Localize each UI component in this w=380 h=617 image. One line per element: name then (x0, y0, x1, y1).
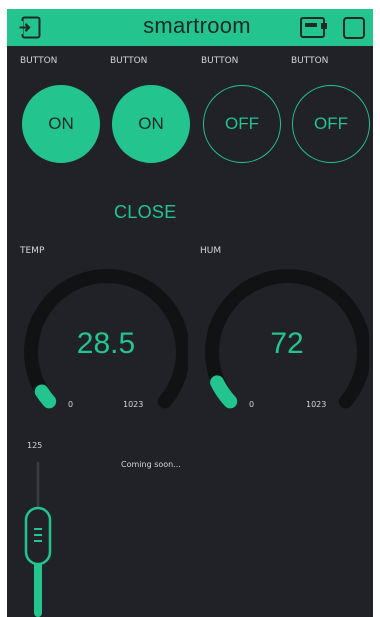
top-bar: smartroom (7, 9, 373, 46)
toggle-button-label: ON (48, 114, 74, 133)
toggle-button-2[interactable]: ON (112, 85, 190, 163)
coming-soon-text: Coming soon... (121, 460, 181, 469)
hum-gauge-caption: HUM (200, 246, 222, 256)
app-title: smartroom (143, 13, 251, 38)
door-status-label: CLOSE (114, 202, 177, 222)
slider-max-label: 125 (27, 441, 43, 450)
button-caption: BUTTON (20, 56, 58, 66)
temp-gauge-min: 0 (68, 400, 74, 409)
toggle-button-label: OFF (225, 114, 259, 133)
square-icon[interactable] (343, 17, 365, 39)
temp-gauge-caption: TEMP (20, 246, 45, 256)
exit-icon[interactable] (19, 16, 43, 39)
vertical-slider[interactable] (19, 461, 59, 617)
temp-gauge-value: 28.5 (76, 327, 136, 360)
button-caption: BUTTON (110, 56, 148, 66)
button-caption: BUTTON (291, 56, 329, 66)
hum-gauge-max: 1023 (306, 400, 327, 409)
toggle-button-4[interactable]: OFF (292, 85, 370, 163)
temp-gauge-max: 1023 (123, 400, 144, 409)
toggle-button-1[interactable]: ON (22, 85, 100, 163)
toggle-button-label: ON (138, 114, 164, 133)
slider-handle[interactable] (24, 506, 52, 566)
toggle-button-3[interactable]: OFF (203, 85, 281, 163)
button-caption: BUTTON (201, 56, 239, 66)
app-screen: smartroom BUTTON BUTTON BUTTON BUTTON ON… (7, 9, 373, 617)
phone-frame: smartroom BUTTON BUTTON BUTTON BUTTON ON… (0, 0, 380, 617)
device-icon[interactable] (300, 17, 328, 39)
hum-gauge-min: 0 (249, 400, 255, 409)
hum-gauge-value: 72 (270, 327, 304, 360)
toggle-button-label: OFF (314, 114, 348, 133)
